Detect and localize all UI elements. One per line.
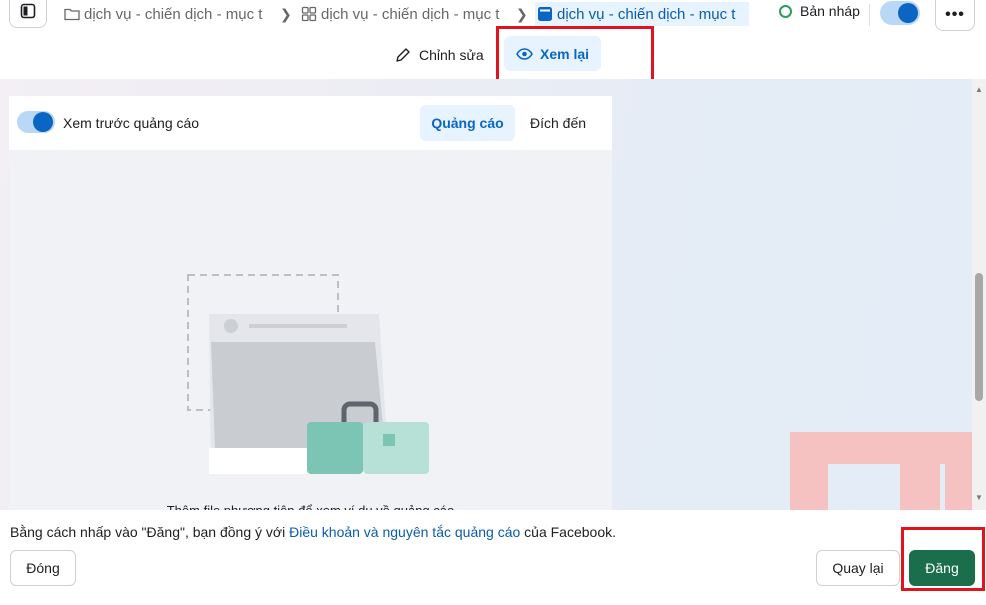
sidebar-toggle-button[interactable] bbox=[9, 0, 47, 28]
scroll-up-icon[interactable]: ▲ bbox=[975, 85, 983, 94]
chevron-right-icon: ❯ bbox=[280, 6, 292, 22]
ad-preview-toggle[interactable] bbox=[17, 111, 55, 133]
terms-suffix: của Facebook. bbox=[520, 524, 616, 540]
terms-link[interactable]: Điều khoản và nguyên tắc quảng cáo bbox=[289, 524, 520, 540]
back-button[interactable]: Quay lại bbox=[816, 550, 900, 586]
ad-preview-toggle-label: Xem trước quảng cáo bbox=[63, 115, 200, 131]
breadcrumb-label: dịch vụ - chiến dịch - mục t bbox=[557, 5, 736, 23]
toggle-knob bbox=[898, 3, 918, 23]
breadcrumb-campaign[interactable]: dịch vụ - chiến dịch - mục t bbox=[64, 2, 272, 26]
more-options-button[interactable]: ••• bbox=[935, 0, 975, 31]
status-dot-icon bbox=[779, 4, 792, 18]
ad-preview-header: Xem trước quảng cáo Quảng cáo Đích đến bbox=[9, 96, 612, 150]
tab-ad[interactable]: Quảng cáo bbox=[420, 105, 515, 141]
pencil-icon bbox=[395, 47, 411, 63]
close-button-label: Đóng bbox=[26, 560, 60, 576]
empty-media-illustration bbox=[187, 274, 437, 489]
publish-toggle[interactable] bbox=[880, 1, 920, 25]
breadcrumb-label: dịch vụ - chiến dịch - mục t bbox=[321, 5, 500, 23]
status-label: Bản nháp bbox=[800, 3, 860, 19]
close-button[interactable]: Đóng bbox=[10, 550, 76, 586]
terms-text: Bằng cách nhấp vào "Đăng", bạn đồng ý vớ… bbox=[10, 524, 616, 540]
tab-destination[interactable]: Đích đến bbox=[530, 115, 586, 131]
back-button-label: Quay lại bbox=[832, 560, 884, 576]
tab-ad-label: Quảng cáo bbox=[431, 115, 504, 131]
top-bar: dịch vụ - chiến dịch - mục t ❯ dịch vụ -… bbox=[0, 0, 986, 32]
scrollbar-thumb[interactable] bbox=[975, 273, 983, 401]
folder-icon bbox=[64, 7, 80, 21]
ad-preview-card: Xem trước quảng cáo Quảng cáo Đích đến T… bbox=[9, 96, 612, 510]
more-icon: ••• bbox=[945, 6, 965, 23]
grid-icon bbox=[301, 6, 317, 22]
status-badge: Bản nháp bbox=[779, 3, 860, 19]
empty-media-hint: Thêm file phương tiện để xem ví dụ về qu… bbox=[9, 500, 612, 510]
chevron-right-icon: ❯ bbox=[516, 6, 528, 22]
tab-edit[interactable]: Chỉnh sửa bbox=[395, 42, 484, 68]
tab-edit-label: Chỉnh sửa bbox=[419, 47, 484, 63]
sidebar-icon bbox=[20, 3, 36, 24]
toggle-knob bbox=[33, 112, 53, 132]
scroll-down-icon[interactable]: ▼ bbox=[975, 493, 983, 502]
ad-icon bbox=[537, 6, 553, 22]
footer-bar: Bằng cách nhấp vào "Đăng", bạn đồng ý vớ… bbox=[0, 510, 986, 605]
divider bbox=[869, 4, 870, 26]
vertical-scrollbar[interactable]: ▲ ▼ bbox=[972, 79, 986, 510]
highlight-box-publish bbox=[901, 527, 985, 591]
terms-prefix: Bằng cách nhấp vào "Đăng", bạn đồng ý vớ… bbox=[10, 524, 290, 540]
breadcrumb-adset[interactable]: dịch vụ - chiến dịch - mục t bbox=[301, 2, 507, 26]
breadcrumb-ad[interactable]: dịch vụ - chiến dịch - mục t bbox=[535, 2, 749, 26]
breadcrumb-label: dịch vụ - chiến dịch - mục t bbox=[84, 5, 263, 23]
